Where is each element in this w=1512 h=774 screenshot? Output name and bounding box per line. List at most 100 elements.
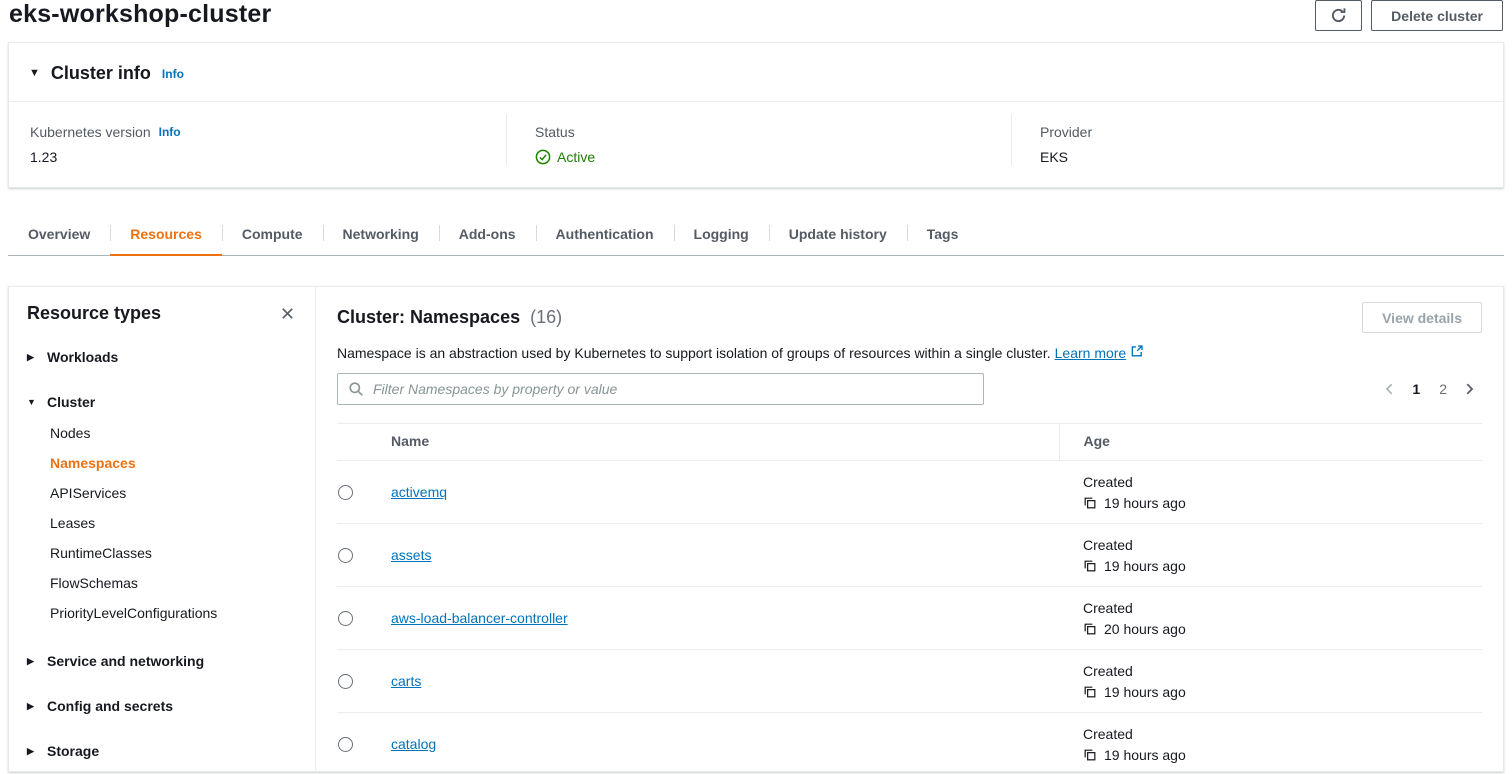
namespace-link[interactable]: activemq bbox=[391, 484, 447, 500]
cluster-info-field-kubernetes-version: Kubernetes versionInfo1.23 bbox=[9, 114, 506, 165]
caret-down-icon: ▼ bbox=[27, 398, 37, 407]
group-items: NodesNamespacesAPIServicesLeasesRuntimeC… bbox=[50, 418, 297, 628]
table-row: aws-load-balancer-controller Created20 ho… bbox=[337, 587, 1482, 650]
pagination: 12 bbox=[1383, 381, 1482, 397]
sidebar-group-cluster: ▼ Cluster NodesNamespacesAPIServicesLeases… bbox=[27, 390, 297, 628]
tab-update-history[interactable]: Update history bbox=[769, 214, 907, 256]
tab-add-ons[interactable]: Add-ons bbox=[439, 214, 536, 256]
tab-networking[interactable]: Networking bbox=[323, 214, 439, 256]
sidebar-group-header-cluster[interactable]: ▼ Cluster bbox=[27, 390, 297, 414]
name-cell: carts bbox=[391, 650, 1059, 713]
field-value-text: Active bbox=[557, 149, 595, 165]
namespaces-table: Name Age activemq Created19 hours ago asse… bbox=[337, 423, 1482, 772]
sidebar-group-storage: ▶Storage bbox=[27, 739, 297, 763]
sidebar-item-flowschemas[interactable]: FlowSchemas bbox=[50, 568, 297, 598]
sidebar-header: Resource types bbox=[27, 303, 297, 324]
radio-cell bbox=[337, 461, 391, 524]
name-cell: activemq bbox=[391, 461, 1059, 524]
age-text: 19 hours ago bbox=[1104, 747, 1186, 763]
caret-right-icon: ▶ bbox=[27, 747, 37, 756]
collapse-caret-icon[interactable]: ▼ bbox=[29, 68, 40, 79]
caret-right-icon: ▶ bbox=[27, 657, 37, 666]
learn-more-text: Learn more bbox=[1055, 345, 1127, 361]
sidebar-item-prioritylevelconfigurations[interactable]: PriorityLevelConfigurations bbox=[50, 598, 297, 628]
view-details-button[interactable]: View details bbox=[1362, 302, 1482, 333]
sidebar-item-namespaces[interactable]: Namespaces bbox=[50, 448, 297, 478]
radio-cell bbox=[337, 713, 391, 773]
refresh-button[interactable] bbox=[1315, 0, 1362, 31]
caret-right-icon: ▶ bbox=[27, 353, 37, 362]
field-value: Active bbox=[535, 149, 1011, 165]
namespace-link[interactable]: catalog bbox=[391, 736, 436, 752]
age-cell: Created20 hours ago bbox=[1059, 587, 1482, 650]
namespaces-main: Cluster: Namespaces (16) View details Na… bbox=[316, 287, 1503, 771]
name-column-header: Name bbox=[391, 424, 1059, 461]
sidebar-item-apiservices[interactable]: APIServices bbox=[50, 478, 297, 508]
field-label-text: Status bbox=[535, 124, 575, 140]
cluster-info-field-provider: ProviderEKS bbox=[1011, 114, 1503, 165]
field-label-text: Kubernetes version bbox=[30, 124, 151, 140]
sidebar-group-header-workloads[interactable]: ▶Workloads bbox=[27, 345, 297, 369]
age-value: 20 hours ago bbox=[1083, 621, 1482, 637]
group-label: Config and secrets bbox=[47, 698, 173, 714]
tab-tags[interactable]: Tags bbox=[907, 214, 979, 256]
row-radio[interactable] bbox=[338, 674, 353, 689]
namespaces-header: Cluster: Namespaces (16) View details bbox=[337, 302, 1482, 333]
namespace-link[interactable]: aws-load-balancer-controller bbox=[391, 610, 568, 626]
row-radio[interactable] bbox=[338, 737, 353, 752]
pagination-page-2[interactable]: 2 bbox=[1439, 381, 1447, 397]
resources-panel: Resource types ▶Workloads▼ClusterNodesNa… bbox=[8, 286, 1504, 772]
sidebar-group-service-and-networking: ▶ Service and networking bbox=[27, 649, 297, 673]
table-toolbar: 12 bbox=[337, 373, 1482, 405]
sidebar-group-header-storage[interactable]: ▶Storage bbox=[27, 739, 297, 763]
tab-authentication[interactable]: Authentication bbox=[536, 214, 674, 256]
cluster-info-title: Cluster info bbox=[51, 63, 151, 84]
sidebar-group-header-config-and-secrets[interactable]: ▶ Config and secrets bbox=[27, 694, 297, 718]
search-icon bbox=[348, 381, 364, 397]
pagination-prev-button[interactable] bbox=[1383, 382, 1397, 396]
tab-compute[interactable]: Compute bbox=[222, 214, 323, 256]
field-info-link[interactable]: Info bbox=[159, 125, 181, 139]
age-text: 19 hours ago bbox=[1104, 684, 1186, 700]
tab-overview[interactable]: Overview bbox=[8, 214, 110, 256]
cluster-info-info-link[interactable]: Info bbox=[162, 67, 184, 81]
sidebar-groups: ▶Workloads ▼ Cluster NodesNamespacesAPIServ… bbox=[27, 345, 297, 763]
field-value: EKS bbox=[1040, 149, 1503, 165]
chevron-left-icon bbox=[1383, 382, 1397, 396]
namespace-link[interactable]: assets bbox=[391, 547, 431, 563]
filter-box bbox=[337, 373, 984, 405]
pagination-next-button[interactable] bbox=[1462, 382, 1476, 396]
namespaces-description: Namespace is an abstraction used by Kube… bbox=[337, 344, 1482, 361]
tab-logging[interactable]: Logging bbox=[674, 214, 769, 256]
sidebar-item-runtimeclasses[interactable]: RuntimeClasses bbox=[50, 538, 297, 568]
cluster-info-card: ▼ Cluster info Info Kubernetes version In… bbox=[8, 42, 1504, 188]
copy-icon bbox=[1083, 496, 1097, 510]
sidebar-group-header-service-and-networking[interactable]: ▶ Service and networking bbox=[27, 649, 297, 673]
row-radio[interactable] bbox=[338, 548, 353, 563]
name-cell: aws-load-balancer-controller bbox=[391, 587, 1059, 650]
sidebar-group-config-and-secrets: ▶ Config and secrets bbox=[27, 694, 297, 718]
group-label: Service and networking bbox=[47, 653, 204, 669]
table-row: catalog Created19 hours ago bbox=[337, 713, 1482, 773]
caret-right-icon: ▶ bbox=[27, 702, 37, 711]
cluster-tabs: OverviewResourcesComputeNetworkingAdd-on… bbox=[8, 214, 1504, 256]
age-cell: Created19 hours ago bbox=[1059, 713, 1482, 773]
delete-cluster-button[interactable]: Delete cluster bbox=[1371, 0, 1503, 31]
name-cell: catalog bbox=[391, 713, 1059, 773]
filter-input[interactable] bbox=[337, 373, 984, 405]
group-label: Cluster bbox=[47, 394, 95, 410]
namespaces-title: Cluster: Namespaces (16) bbox=[337, 307, 562, 328]
pagination-page-1[interactable]: 1 bbox=[1412, 381, 1420, 397]
tab-resources[interactable]: Resources bbox=[110, 214, 222, 256]
chevron-right-icon bbox=[1462, 382, 1476, 396]
sidebar-item-leases[interactable]: Leases bbox=[50, 508, 297, 538]
namespaces-title-text: Cluster: Namespaces bbox=[337, 307, 520, 327]
row-radio[interactable] bbox=[338, 485, 353, 500]
age-value: 19 hours ago bbox=[1083, 684, 1482, 700]
close-sidebar-button[interactable] bbox=[278, 304, 297, 323]
sidebar-item-nodes[interactable]: Nodes bbox=[50, 418, 297, 448]
row-radio[interactable] bbox=[338, 611, 353, 626]
namespace-link[interactable]: carts bbox=[391, 673, 421, 689]
age-column-header: Age bbox=[1059, 424, 1482, 461]
learn-more-link[interactable]: Learn more bbox=[1055, 345, 1145, 361]
